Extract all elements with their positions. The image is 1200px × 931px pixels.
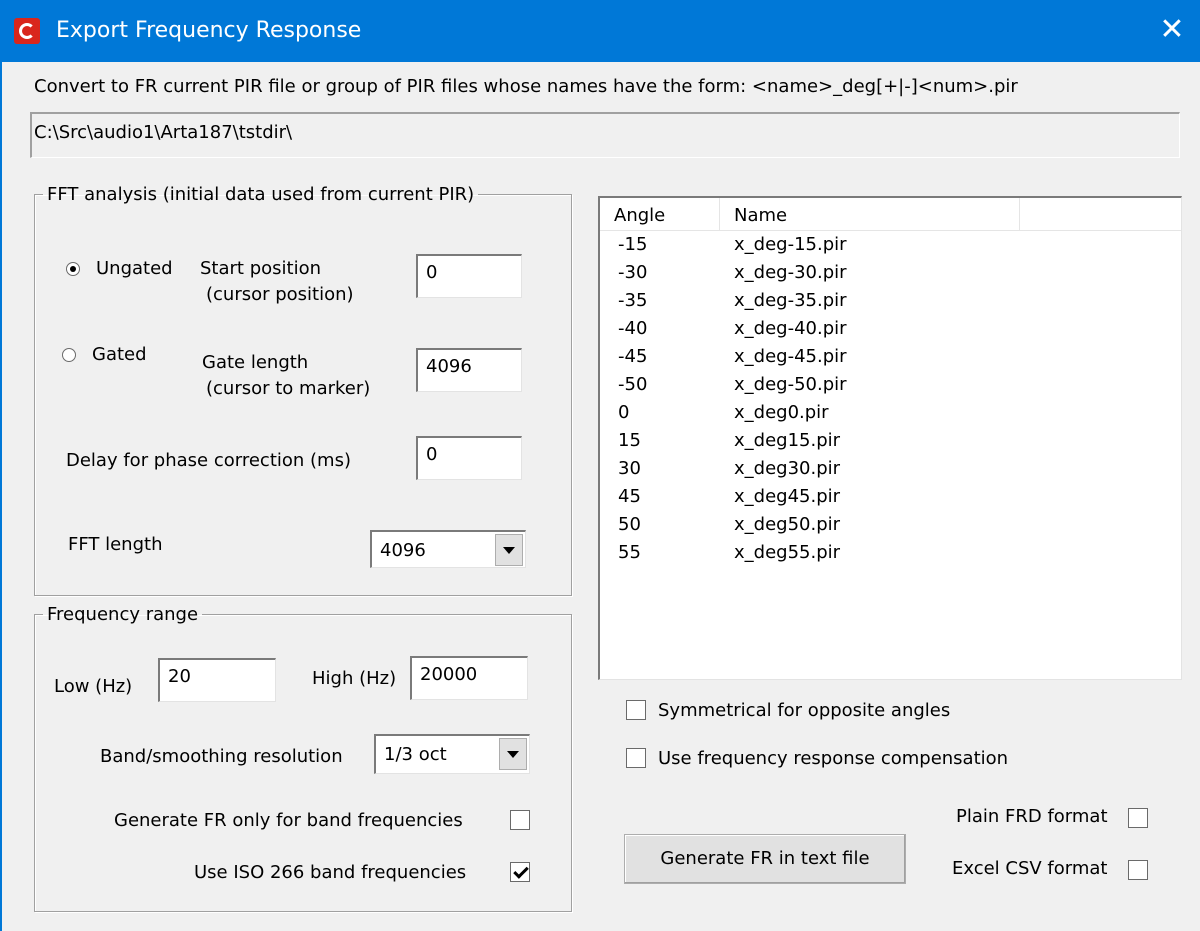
delay-input[interactable]: 0: [416, 436, 522, 480]
list-item[interactable]: -40 x_deg-40.pir: [600, 318, 1181, 346]
list-item[interactable]: -35 x_deg-35.pir: [600, 290, 1181, 318]
start-position-sub-label: (cursor position): [206, 284, 354, 305]
excel-csv-label: Excel CSV format: [952, 858, 1108, 879]
fft-analysis-legend: FFT analysis (initial data used from cur…: [47, 184, 475, 205]
start-position-label: Start position: [200, 258, 321, 279]
file-list-header: Angle Name: [600, 198, 1181, 231]
filename-cell: x_deg-15.pir: [734, 234, 847, 255]
fft-length-label: FFT length: [68, 534, 163, 555]
angle-cell: -35: [618, 290, 648, 311]
fft-length-select[interactable]: 4096: [370, 530, 526, 568]
ungated-radio[interactable]: [66, 262, 80, 276]
list-item[interactable]: 0 x_deg0.pir: [600, 402, 1181, 430]
chevron-down-icon[interactable]: [495, 534, 523, 566]
filename-cell: x_deg-50.pir: [734, 374, 847, 395]
filename-cell: x_deg30.pir: [734, 458, 841, 479]
generate-fr-button[interactable]: Generate FR in text file: [624, 834, 906, 884]
gate-length-sub-label: (cursor to marker): [206, 378, 371, 399]
column-header-name[interactable]: Name: [720, 198, 1020, 230]
angle-cell: 45: [618, 486, 641, 507]
fft-length-value: 4096: [380, 540, 426, 561]
list-item[interactable]: 45 x_deg45.pir: [600, 486, 1181, 514]
filename-cell: x_deg45.pir: [734, 486, 841, 507]
band-only-checkbox[interactable]: [510, 810, 530, 830]
filename-cell: x_deg55.pir: [734, 542, 841, 563]
filename-cell: x_deg15.pir: [734, 430, 841, 451]
list-item[interactable]: 15 x_deg15.pir: [600, 430, 1181, 458]
high-hz-input[interactable]: 20000: [410, 656, 528, 700]
angle-cell: -45: [618, 346, 648, 367]
plain-frd-checkbox[interactable]: [1128, 808, 1148, 828]
plain-frd-label: Plain FRD format: [956, 806, 1108, 827]
filename-cell: x_deg-40.pir: [734, 318, 847, 339]
directory-path-field: C:\Src\audio1\Arta187\tstdir\: [30, 112, 1180, 158]
symmetrical-label: Symmetrical for opposite angles: [658, 700, 951, 721]
compensation-checkbox[interactable]: [626, 748, 646, 768]
file-list[interactable]: Angle Name -15 x_deg-15.pir -30 x_deg-30.pi…: [598, 196, 1182, 680]
excel-csv-checkbox[interactable]: [1128, 860, 1148, 880]
gate-length-label: Gate length: [202, 352, 309, 373]
filename-cell: x_deg-30.pir: [734, 262, 847, 283]
ungated-label: Ungated: [96, 258, 173, 279]
symmetrical-checkbox[interactable]: [626, 700, 646, 720]
iso-266-checkbox[interactable]: [510, 862, 530, 882]
description-text: Convert to FR current PIR file or group …: [34, 76, 1018, 97]
low-hz-label: Low (Hz): [54, 676, 133, 697]
list-item[interactable]: -15 x_deg-15.pir: [600, 234, 1181, 262]
angle-cell: -40: [618, 318, 648, 339]
iso-266-label: Use ISO 266 band frequencies: [194, 862, 467, 883]
list-item[interactable]: 50 x_deg50.pir: [600, 514, 1181, 542]
angle-cell: -30: [618, 262, 648, 283]
close-button[interactable]: ✕: [1144, 0, 1200, 62]
arta-app-icon: [14, 18, 40, 44]
angle-cell: 15: [618, 430, 641, 451]
filename-cell: x_deg50.pir: [734, 514, 841, 535]
filename-cell: x_deg-35.pir: [734, 290, 847, 311]
list-item[interactable]: -30 x_deg-30.pir: [600, 262, 1181, 290]
low-hz-input[interactable]: 20: [158, 658, 276, 702]
angle-cell: -50: [618, 374, 648, 395]
band-only-label: Generate FR only for band frequencies: [114, 810, 463, 831]
compensation-label: Use frequency response compensation: [658, 748, 1009, 769]
list-item[interactable]: -50 x_deg-50.pir: [600, 374, 1181, 402]
resolution-select[interactable]: 1/3 oct: [374, 734, 530, 774]
high-hz-label: High (Hz): [312, 668, 397, 689]
filename-cell: x_deg-45.pir: [734, 346, 847, 367]
filename-cell: x_deg0.pir: [734, 402, 829, 423]
angle-cell: 30: [618, 458, 641, 479]
angle-cell: 0: [618, 402, 630, 423]
list-item[interactable]: 55 x_deg55.pir: [600, 542, 1181, 570]
title-bar: Export Frequency Response ✕: [0, 0, 1200, 62]
angle-cell: 55: [618, 542, 641, 563]
delay-label: Delay for phase correction (ms): [66, 450, 351, 471]
angle-cell: -15: [618, 234, 648, 255]
frequency-range-legend: Frequency range: [47, 604, 199, 625]
gate-length-input[interactable]: 4096: [416, 348, 522, 392]
list-item[interactable]: 30 x_deg30.pir: [600, 458, 1181, 486]
angle-cell: 50: [618, 514, 641, 535]
column-header-angle[interactable]: Angle: [600, 198, 720, 230]
window-border: [0, 62, 2, 931]
window-title: Export Frequency Response: [56, 18, 362, 43]
list-item[interactable]: -45 x_deg-45.pir: [600, 346, 1181, 374]
start-position-input[interactable]: 0: [416, 254, 522, 298]
gated-radio[interactable]: [62, 348, 76, 362]
resolution-label: Band/smoothing resolution: [100, 746, 343, 767]
chevron-down-icon[interactable]: [499, 738, 527, 770]
directory-path: C:\Src\audio1\Arta187\tstdir\: [34, 122, 293, 143]
gated-label: Gated: [92, 344, 147, 365]
resolution-value: 1/3 oct: [384, 744, 447, 765]
